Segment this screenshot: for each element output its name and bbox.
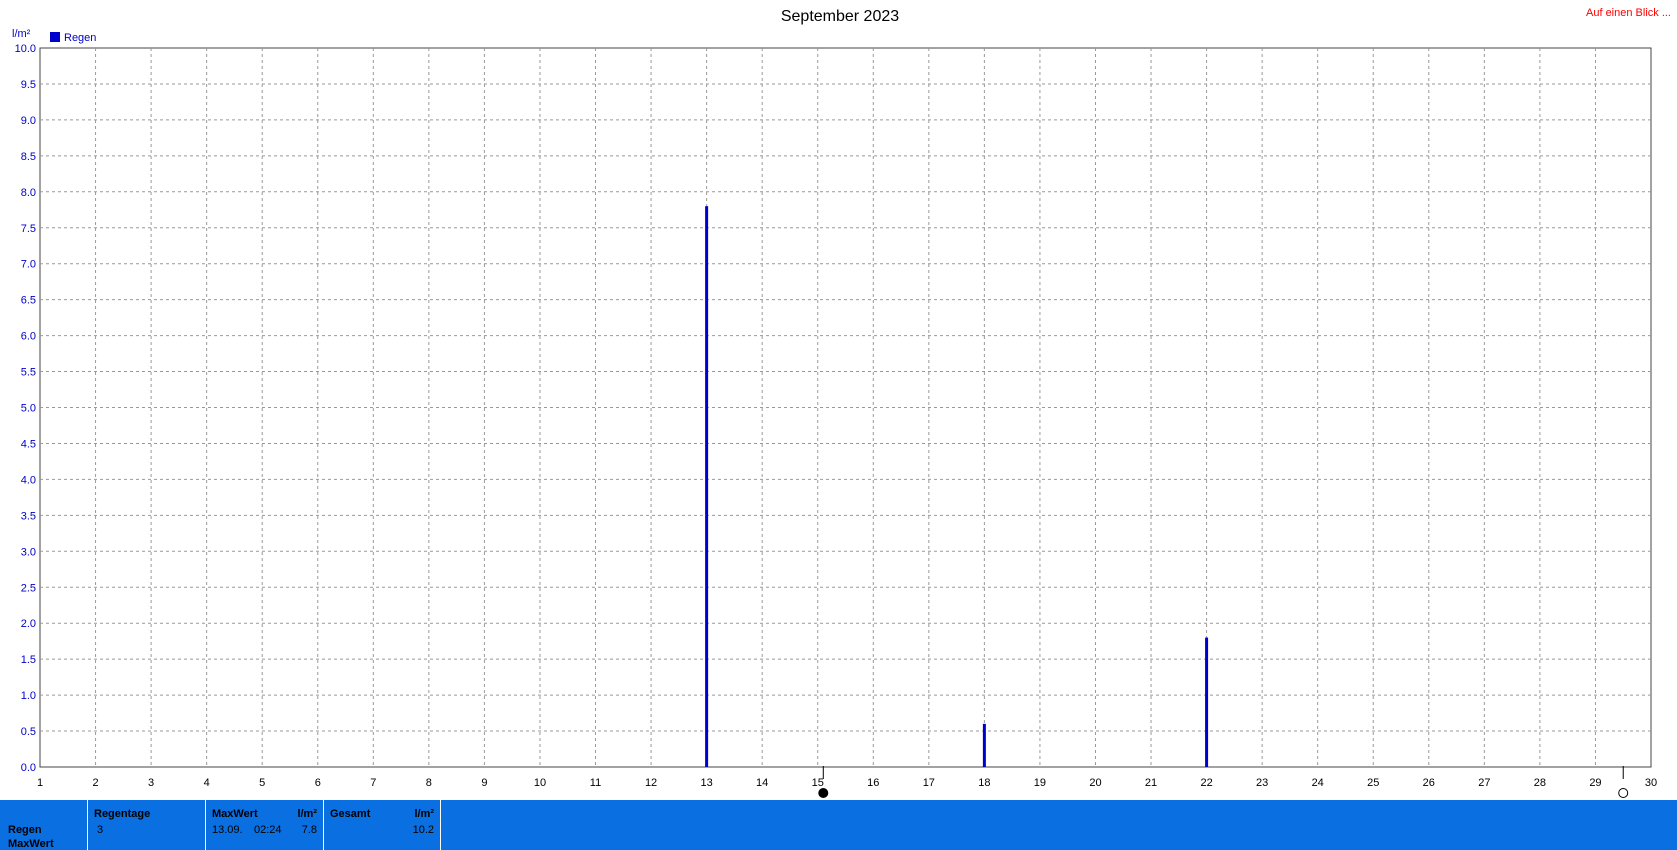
row-label-maxwert: MaxWert <box>8 838 54 850</box>
regentage-value: 3 <box>97 824 104 836</box>
x-tick-label: 20 <box>1089 777 1101 789</box>
x-tick-label: 19 <box>1034 777 1046 789</box>
x-tick-label: 30 <box>1645 777 1657 789</box>
at-a-glance-link[interactable]: Auf einen Blick ... <box>1586 7 1671 19</box>
x-tick-label: 2 <box>92 777 98 789</box>
y-tick-label: 6.0 <box>21 331 36 343</box>
x-tick-label: 16 <box>867 777 879 789</box>
y-tick-label: 9.5 <box>21 79 36 91</box>
legend-label-regen: Regen <box>64 32 96 44</box>
x-tick-label: 17 <box>923 777 935 789</box>
y-tick-label: 4.0 <box>21 474 36 486</box>
legend: Regen <box>50 32 96 44</box>
x-tick-label: 10 <box>534 777 546 789</box>
bar-regen-day-18 <box>982 723 986 767</box>
row-label-regen: Regen <box>8 824 42 836</box>
bar-regen-day-13 <box>705 206 709 767</box>
x-tick-label: 26 <box>1423 777 1435 789</box>
rain-chart: September 2023 Auf einen Blick ... l/m² … <box>12 7 1671 798</box>
y-tick-label: 3.5 <box>21 510 36 522</box>
x-tick-label: 3 <box>148 777 154 789</box>
y-tick-label: 8.5 <box>21 151 36 163</box>
y-axis-unit: l/m² <box>12 28 31 40</box>
maxwert-unit: l/m² <box>297 808 317 820</box>
x-tick-label: 13 <box>700 777 712 789</box>
x-tick-label: 21 <box>1145 777 1157 789</box>
x-tick-label: 12 <box>645 777 657 789</box>
y-tick-label: 0.0 <box>21 762 36 774</box>
x-tick-label: 28 <box>1534 777 1546 789</box>
x-tick-label: 7 <box>370 777 376 789</box>
y-tick-label: 4.5 <box>21 438 36 450</box>
y-tick-label: 1.0 <box>21 690 36 702</box>
x-tick-label: 25 <box>1367 777 1379 789</box>
y-tick-label: 2.0 <box>21 618 36 630</box>
x-tick-label: 22 <box>1200 777 1212 789</box>
chart-title: September 2023 <box>781 8 899 25</box>
x-axis-ticks: 1 2 3 4 5 6 7 8 9 10 11 12 13 14 15 16 17 18 19 20 21 22 23 24 2… <box>37 777 1657 789</box>
x-tick-label: 23 <box>1256 777 1268 789</box>
gesamt-header: Gesamt <box>330 808 371 820</box>
maxwert-time: 02:24 <box>254 824 282 836</box>
x-tick-label: 8 <box>426 777 432 789</box>
x-tick-label: 1 <box>37 777 43 789</box>
stats-maxwert: MaxWert l/m² 13.09. 02:24 7.8 <box>206 800 324 850</box>
gesamt-value: 10.2 <box>412 824 434 836</box>
y-tick-label: 5.5 <box>21 367 36 379</box>
x-tick-label: 27 <box>1478 777 1490 789</box>
legend-swatch-regen <box>50 32 60 42</box>
x-tick-label: 15 <box>812 777 824 789</box>
maxwert-header: MaxWert <box>212 808 258 820</box>
x-tick-label: 5 <box>259 777 265 789</box>
y-tick-label: 3.0 <box>21 546 36 558</box>
x-tick-label: 24 <box>1312 777 1324 789</box>
stats-panel: Regen MaxWert Regentage 3 MaxWert l/m² 1… <box>0 800 1677 850</box>
x-tick-label: 4 <box>204 777 210 789</box>
y-tick-label: 1.5 <box>21 654 36 666</box>
moon-markers <box>818 766 1629 798</box>
y-tick-label: 7.5 <box>21 223 36 235</box>
x-tick-label: 18 <box>978 777 990 789</box>
stats-regentage: Regentage 3 <box>88 800 206 850</box>
x-tick-label: 29 <box>1589 777 1601 789</box>
gesamt-unit: l/m² <box>414 808 434 820</box>
regentage-header: Regentage <box>94 808 151 820</box>
maxwert-date: 13.09. <box>212 824 243 836</box>
grid <box>40 48 1651 767</box>
full-moon-icon <box>1618 788 1629 798</box>
y-tick-label: 9.0 <box>21 115 36 127</box>
x-tick-label: 11 <box>590 777 601 789</box>
y-tick-label: 2.5 <box>21 582 36 594</box>
y-tick-label: 0.5 <box>21 726 36 738</box>
x-tick-label: 6 <box>315 777 321 789</box>
stats-gesamt: Gesamt l/m² 10.2 <box>324 800 441 850</box>
y-tick-label: 8.0 <box>21 187 36 199</box>
stats-row-labels: Regen MaxWert <box>0 800 88 850</box>
y-tick-label: 10.0 <box>15 43 36 55</box>
y-axis-ticks: 0.0 0.5 1.0 1.5 2.0 2.5 3.0 3.5 4.0 4.5 5.0 5.5 6.0 6… <box>15 43 36 774</box>
x-tick-label: 14 <box>756 777 768 789</box>
new-moon-icon <box>818 788 829 798</box>
maxwert-value: 7.8 <box>301 824 317 836</box>
x-tick-label: 9 <box>481 777 487 789</box>
bar-regen-day-22 <box>1205 637 1209 767</box>
y-tick-label: 6.5 <box>21 295 36 307</box>
y-tick-label: 7.0 <box>21 259 36 271</box>
y-tick-label: 5.0 <box>21 403 36 415</box>
